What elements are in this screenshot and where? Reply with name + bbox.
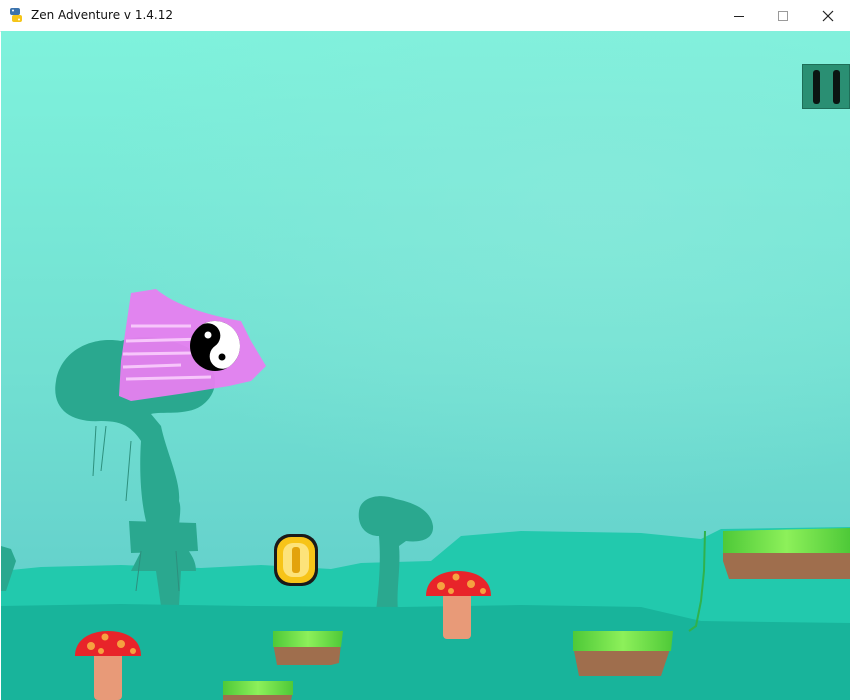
window-titlebar: Zen Adventure v 1.4.12	[0, 0, 850, 32]
maximize-button[interactable]	[760, 0, 806, 31]
window-title: Zen Adventure v 1.4.12	[31, 8, 173, 22]
minimize-button[interactable]	[716, 0, 762, 31]
grass-platform	[573, 631, 673, 676]
python-logo-icon	[8, 7, 24, 23]
grass-platform	[723, 528, 850, 579]
close-button[interactable]	[805, 0, 850, 31]
grass-platform	[223, 681, 293, 700]
grass-platform	[273, 631, 343, 665]
pause-button[interactable]	[802, 64, 850, 109]
close-icon	[822, 10, 834, 22]
gold-coin	[274, 534, 318, 586]
game-canvas[interactable]	[1, 31, 850, 700]
minimize-icon	[734, 11, 744, 21]
maximize-icon	[778, 10, 788, 21]
